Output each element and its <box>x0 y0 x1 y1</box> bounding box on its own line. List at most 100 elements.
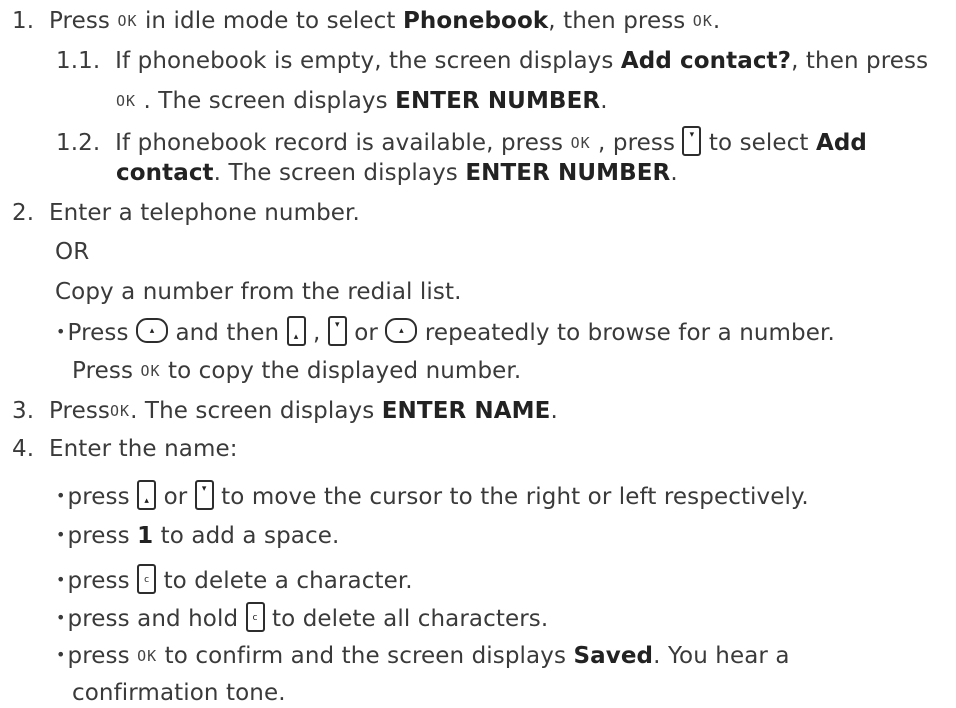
step-text: If phonebook is empty, the screen displa… <box>115 48 614 74</box>
step-text: repeatedly to browse for a number. <box>424 320 835 346</box>
bold-term: 1 <box>137 523 154 549</box>
step-text: . You hear a <box>653 643 790 669</box>
clear-glyph: c <box>252 612 258 623</box>
up-arrow-glyph: ▴ <box>144 495 149 506</box>
step-4-bullet-3: •press c to delete a character. <box>56 563 413 598</box>
step-text: press and hold <box>67 606 239 632</box>
bold-term: ENTER NUMBER <box>395 88 601 114</box>
step-text: . <box>670 160 678 186</box>
step-text: . The screen displays <box>130 398 375 424</box>
bold-term: Add contact? <box>620 48 792 74</box>
step-1-1-cont: OK . The screen displays ENTER NUMBER. <box>116 86 608 118</box>
step-text: . <box>550 398 558 424</box>
step-2-bullet: •Press ▴ and then ▴ , ▾ or ▴ repeatedly … <box>56 315 835 350</box>
step-text: press <box>67 568 130 594</box>
step-text: OR <box>55 239 90 265</box>
bullet-icon: • <box>56 570 66 589</box>
bold-term: ENTER NUMBER <box>465 160 671 186</box>
bold-term: Add <box>815 130 867 156</box>
step-text: , then press <box>548 8 686 34</box>
step-text: or <box>163 484 188 510</box>
step-2: 2. Enter a telephone number. <box>12 198 360 228</box>
step-3: 3. PressOK. The screen displays ENTER NA… <box>12 396 558 428</box>
bullet-icon: • <box>56 322 66 341</box>
step-1: 1. Press OK in idle mode to select Phone… <box>12 6 720 38</box>
step-2-bullet-cont: Press OK to copy the displayed number. <box>72 356 521 388</box>
down-arrow-glyph: ▾ <box>201 483 207 494</box>
step-4: 4. Enter the name: <box>12 434 238 464</box>
step-text: press <box>67 643 130 669</box>
step-text: confirmation tone. <box>72 680 286 706</box>
bold-term: Phonebook <box>402 8 549 34</box>
step-4-bullet-5-cont: confirmation tone. <box>72 678 286 708</box>
step-text: in idle mode to select <box>144 8 396 34</box>
step-text: . The screen displays <box>213 160 458 186</box>
step-text: . <box>712 8 721 34</box>
bold-term: contact <box>116 160 214 186</box>
step-1-1: 1.1. If phonebook is empty, the screen d… <box>56 46 928 76</box>
redial-key-icon: ▴ <box>136 318 169 343</box>
ok-key-icon: OK <box>570 134 591 152</box>
step-number: 2. <box>12 200 35 226</box>
bullet-icon: • <box>56 525 66 544</box>
step-text: , then press <box>791 48 929 74</box>
step-text: or <box>354 320 378 346</box>
step-text: Press <box>48 398 111 424</box>
step-text: to move the cursor to the right or left … <box>221 484 809 510</box>
step-text: to delete all characters. <box>272 606 549 632</box>
bullet-icon: • <box>56 608 66 627</box>
step-text: press <box>67 523 130 549</box>
step-text: If phonebook record is available, press <box>115 130 564 156</box>
step-2-or: OR <box>55 237 89 267</box>
bullet-icon: • <box>56 645 66 664</box>
bullet-icon: • <box>56 486 66 505</box>
step-text: . The screen displays <box>143 88 388 114</box>
step-number: 1.2. <box>56 130 101 156</box>
step-text: Press <box>72 358 134 384</box>
step-text: Press <box>48 8 111 34</box>
step-text: , <box>313 320 321 346</box>
step-text: , press <box>598 130 676 156</box>
step-4-bullet-5: •press OK to confirm and the screen disp… <box>56 641 790 673</box>
down-arrow-glyph: ▾ <box>335 319 340 330</box>
step-number: 1.1. <box>56 48 101 74</box>
down-arrow-key-icon: ▾ <box>194 479 214 510</box>
clear-key-icon: c <box>137 563 157 594</box>
step-text: Enter a telephone number. <box>48 200 360 226</box>
step-text: to confirm and the screen displays <box>164 643 567 669</box>
step-4-bullet-4: •press and hold c to delete all characte… <box>56 601 549 636</box>
step-number: 4. <box>12 436 35 462</box>
bold-term: Saved <box>573 643 654 669</box>
up-arrow-glyph: ▴ <box>293 331 299 342</box>
redial-glyph: ▴ <box>399 326 404 336</box>
step-text: and then <box>175 320 280 346</box>
ok-key-icon: OK <box>110 402 131 420</box>
step-text: press <box>67 484 130 510</box>
clear-glyph: c <box>144 574 150 585</box>
bold-term: ENTER NAME <box>381 398 551 424</box>
step-text: Enter the name: <box>48 436 238 462</box>
step-text: to delete a character. <box>163 568 413 594</box>
step-text: Press <box>67 320 129 346</box>
step-text: to copy the displayed number. <box>167 358 522 384</box>
step-4-bullet-1: •press ▴ or ▾ to move the cursor to the … <box>56 479 809 514</box>
step-2-copy: Copy a number from the redial list. <box>55 277 462 307</box>
step-number: 3. <box>12 398 35 424</box>
step-text: Copy a number from the redial list. <box>55 279 462 305</box>
step-text: . <box>600 88 608 114</box>
down-arrow-glyph: ▾ <box>689 129 695 140</box>
redial-key-icon: ▴ <box>385 318 418 343</box>
ok-key-icon: OK <box>117 12 138 30</box>
up-arrow-key-icon: ▴ <box>286 315 306 346</box>
step-1-2: 1.2. If phonebook record is available, p… <box>56 125 867 160</box>
step-4-bullet-2: •press 1 to add a space. <box>56 521 339 553</box>
redial-glyph: ▴ <box>149 326 155 336</box>
ok-key-icon: OK <box>137 647 158 665</box>
step-text: to add a space. <box>160 523 340 549</box>
ok-key-icon: OK <box>692 12 713 30</box>
down-arrow-key-icon: ▾ <box>327 315 347 346</box>
step-1-2-cont: contact. The screen displays ENTER NUMBE… <box>116 158 678 188</box>
step-text: to select <box>708 130 809 156</box>
clear-key-icon: c <box>245 601 265 632</box>
up-arrow-key-icon: ▴ <box>137 479 157 510</box>
